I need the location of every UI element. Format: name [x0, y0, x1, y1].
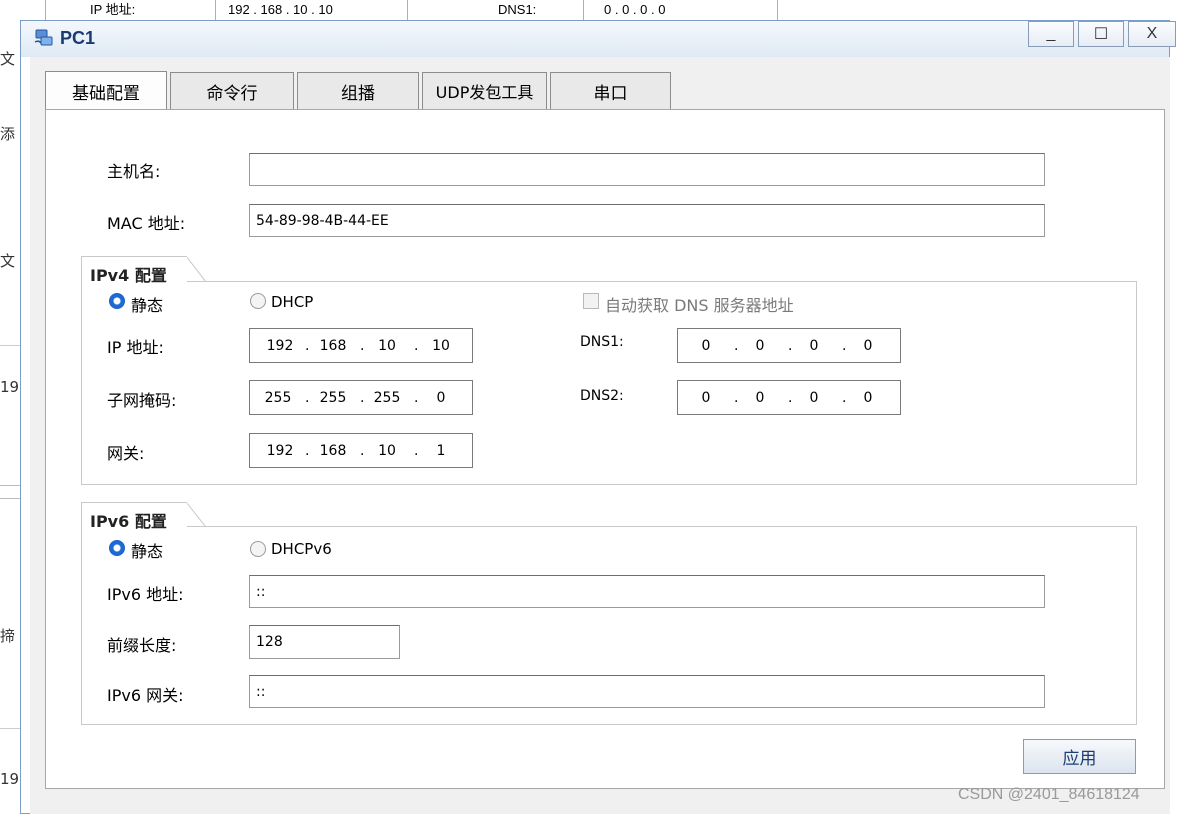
tab-multicast[interactable]: 组播 — [297, 72, 419, 109]
dns1-label: DNS1: — [580, 334, 624, 350]
auto-dns-label: 自动获取 DNS 服务器地址 — [605, 296, 794, 315]
mac-input[interactable]: 54-89-98-4B-44-EE — [249, 204, 1045, 237]
background-ip-value: 192 . 168 . 10 . 10 — [228, 2, 333, 17]
ip-octet: 255 — [319, 389, 347, 406]
background-divider — [215, 0, 216, 20]
ipv4-address-input[interactable]: 192. 168. 10. 10 — [249, 328, 473, 363]
ipv6-static-label: 静态 — [131, 542, 164, 561]
ip-octet: 0 — [809, 389, 819, 406]
background-divider — [0, 728, 20, 729]
ip-octet: 192 — [266, 442, 294, 459]
ip-octet: 0 — [701, 337, 711, 354]
ipv6-address-label: IPv6 地址: — [107, 585, 184, 604]
background-divider — [583, 0, 584, 20]
ipv4-static-radio[interactable] — [109, 293, 125, 309]
dns1-input[interactable]: 0. 0. 0. 0 — [677, 328, 901, 363]
prefix-length-label: 前缀长度: — [107, 636, 177, 655]
ip-octet: 10 — [432, 337, 450, 354]
ipv4-dhcp-radio[interactable] — [250, 293, 266, 309]
ip-octet: 0 — [755, 337, 765, 354]
ipv4-static-label: 静态 — [131, 296, 164, 315]
ip-octet: 168 — [319, 337, 347, 354]
tab-serial-port[interactable]: 串口 — [550, 72, 671, 109]
ip-octet: 1 — [436, 442, 446, 459]
ipv6-address-input[interactable]: :: — [249, 575, 1045, 608]
background-divider — [777, 0, 778, 20]
ipv6-dhcp-label: DHCPv6 — [271, 540, 332, 558]
background-fragment: 揥 — [0, 627, 16, 645]
close-button[interactable]: X — [1128, 21, 1176, 47]
pc-network-icon — [33, 27, 55, 49]
ip-octet: 0 — [809, 337, 819, 354]
background-fragment: 添 — [0, 125, 16, 143]
ipv6-static-radio[interactable] — [109, 540, 125, 556]
ip-octet: 0 — [863, 389, 873, 406]
background-divider — [0, 345, 20, 346]
ipv4-group-tab-edge — [186, 256, 206, 282]
background-right-strip — [1170, 22, 1185, 814]
ip-octet: 0 — [755, 389, 765, 406]
background-fragment: 文 — [0, 50, 16, 68]
ipv6-gateway-label: IPv6 网关: — [107, 686, 184, 705]
ip-octet: 255 — [264, 389, 292, 406]
background-divider — [45, 0, 46, 20]
ipv6-group-tab-edge — [186, 502, 206, 527]
ipv4-group-tab-fill — [186, 257, 187, 282]
ip-octet: 10 — [378, 337, 396, 354]
watermark: CSDN @2401_84618124 — [958, 786, 1140, 803]
tab-command-line[interactable]: 命令行 — [170, 72, 294, 109]
maximize-button[interactable]: ☐ — [1078, 21, 1124, 47]
background-dns-label: DNS1: — [498, 2, 537, 17]
background-fragment: 19 — [0, 378, 20, 396]
ipv6-gateway-input[interactable]: :: — [249, 675, 1045, 708]
ip-octet: 10 — [378, 442, 396, 459]
tab-basic-config[interactable]: 基础配置 — [45, 71, 167, 110]
ip-octet: 0 — [701, 389, 711, 406]
mac-label: MAC 地址: — [107, 214, 186, 233]
background-divider — [0, 485, 20, 499]
auto-dns-checkbox[interactable] — [583, 293, 599, 309]
dns2-input[interactable]: 0. 0. 0. 0 — [677, 380, 901, 415]
ip-octet: 255 — [373, 389, 401, 406]
background-fragment: 19 — [0, 770, 20, 788]
ipv6-dhcp-radio[interactable] — [250, 541, 266, 557]
subnet-mask-input[interactable]: 255. 255. 255. 0 — [249, 380, 473, 415]
hostname-input[interactable] — [249, 153, 1045, 186]
title-bar[interactable] — [21, 21, 1169, 57]
apply-button[interactable]: 应用 — [1023, 739, 1136, 774]
ip-octet: 0 — [863, 337, 873, 354]
ip-octet: 192 — [266, 337, 294, 354]
ip-octet: 168 — [319, 442, 347, 459]
ipv6-group-tab-fill — [186, 503, 187, 527]
ipv4-dhcp-label: DHCP — [271, 293, 314, 311]
ipv4-ip-label: IP 地址: — [107, 338, 164, 357]
minimize-button[interactable]: _ — [1028, 21, 1074, 47]
ip-octet: 0 — [436, 389, 446, 406]
ipv4-group-title: IPv4 配置 — [81, 256, 187, 285]
prefix-length-input[interactable]: 128 — [249, 625, 400, 659]
ipv6-group-title: IPv6 配置 — [81, 502, 187, 531]
tab-udp-tool[interactable]: UDP发包工具 — [422, 72, 547, 109]
gateway-label: 网关: — [107, 444, 145, 463]
subnet-mask-label: 子网掩码: — [107, 391, 177, 410]
background-dns-value: 0 . 0 . 0 . 0 — [604, 2, 666, 17]
gateway-input[interactable]: 192. 168. 10. 1 — [249, 433, 473, 468]
dns2-label: DNS2: — [580, 388, 624, 404]
hostname-label: 主机名: — [107, 162, 161, 181]
background-ip-label: IP 地址: — [90, 2, 136, 17]
window-title: PC1 — [60, 28, 96, 48]
background-fragment: 文 — [0, 252, 16, 270]
background-divider — [407, 0, 408, 20]
